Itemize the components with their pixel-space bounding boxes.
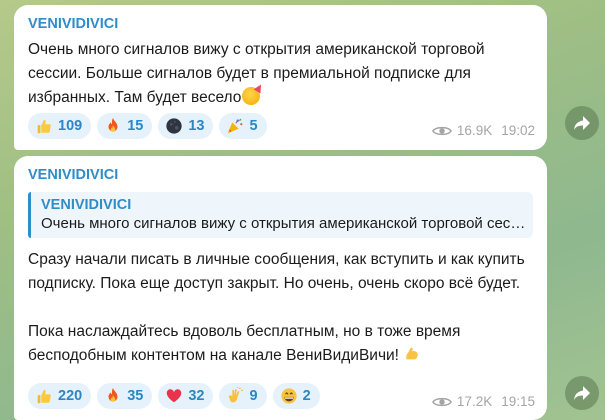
view-count: 16.9K (456, 123, 493, 138)
channel-author[interactable]: VENIVIDIVICI (28, 167, 118, 183)
reaction-clapping-hands[interactable]: 9 (219, 383, 267, 409)
forward-arrow-icon (574, 386, 590, 400)
forward-arrow-icon (574, 116, 590, 130)
message-meta: 17.2K 19:15 (431, 394, 535, 409)
forward-button[interactable] (565, 376, 599, 410)
reaction-count: 32 (188, 388, 205, 404)
grinning-face-icon (280, 388, 297, 404)
flexed-biceps-icon (406, 347, 418, 360)
reaction-heart[interactable]: 32 (158, 383, 214, 409)
message-meta: 16.9K 19:02 (431, 123, 535, 138)
reaction-thumbs-up[interactable]: 220 (28, 383, 92, 409)
reaction-fire[interactable]: 35 (97, 383, 153, 409)
reply-text: Очень много сигналов вижу с открытия аме… (41, 215, 529, 232)
clapping-hands-icon (229, 387, 244, 403)
message-text: Сразу начали писать в личные сообщения, … (28, 251, 525, 364)
reaction-party-popper[interactable]: 5 (219, 113, 267, 139)
channel-author[interactable]: VENIVIDIVICI (28, 16, 118, 32)
reaction-count: 5 (249, 118, 258, 134)
fire-icon (108, 387, 118, 402)
thumbs-up-icon (37, 389, 51, 404)
reactions-bar: 220 35 32 9 2 (28, 383, 320, 409)
reactions-bar: 109 15 13 5 (28, 113, 267, 139)
reaction-grinning-face[interactable]: 2 (272, 383, 320, 409)
message-text: Очень много сигналов вижу с открытия аме… (28, 41, 489, 106)
heart-icon (167, 389, 182, 403)
message-bubble[interactable]: VENIVIDIVICI Очень много сигналов вижу с… (14, 5, 547, 150)
message-time: 19:15 (501, 394, 535, 409)
thumbs-up-icon (37, 119, 51, 134)
reaction-count: 9 (249, 388, 258, 404)
eye-icon (431, 126, 452, 135)
reply-quote[interactable]: VENIVIDIVICI Очень много сигналов вижу с… (28, 192, 533, 238)
eye-icon (431, 397, 452, 406)
reaction-count: 35 (127, 388, 144, 404)
reaction-dark-moon[interactable]: 13 (158, 113, 214, 139)
reaction-thumbs-up[interactable]: 109 (28, 113, 92, 139)
view-count: 17.2K (456, 394, 493, 409)
fire-icon (108, 117, 118, 132)
reaction-fire[interactable]: 15 (97, 113, 153, 139)
dark-moon-face-icon (166, 118, 182, 134)
forward-button[interactable] (565, 106, 599, 140)
partying-face-icon (242, 87, 261, 105)
reaction-count: 2 (302, 388, 311, 404)
message-bubble[interactable]: VENIVIDIVICI VENIVIDIVICI Очень много си… (14, 156, 547, 420)
party-popper-icon (228, 118, 243, 134)
reaction-count: 13 (188, 118, 205, 134)
reaction-count: 109 (58, 118, 83, 134)
reply-author: VENIVIDIVICI (41, 197, 132, 213)
message-time: 19:02 (501, 123, 535, 138)
reaction-count: 15 (127, 118, 144, 134)
reaction-count: 220 (58, 388, 83, 404)
